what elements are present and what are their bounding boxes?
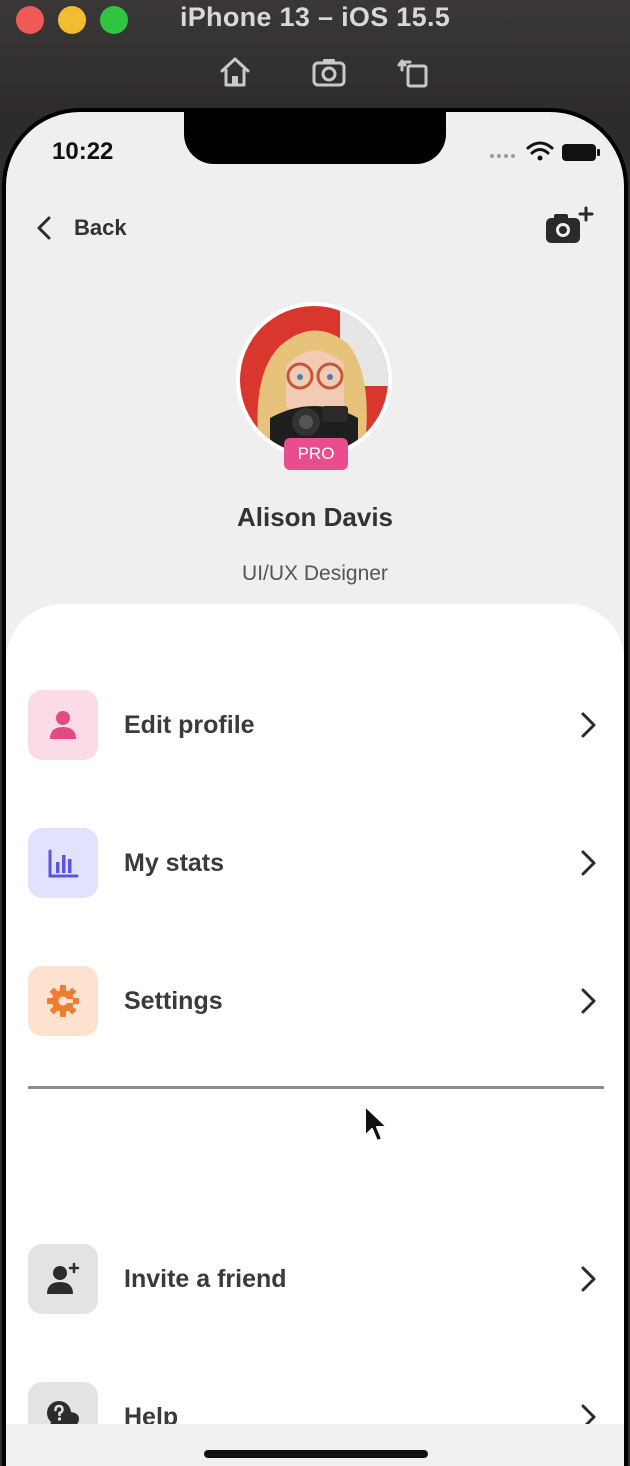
menu-item-label: Edit profile <box>124 710 255 739</box>
person-icon <box>50 711 76 739</box>
invite-icon-tile <box>28 1244 98 1314</box>
phone-frame: 10:22 Back PRO Alison Davis UI/UX Design… <box>2 108 628 1466</box>
settings-icon-tile <box>28 966 98 1036</box>
rotate-icon[interactable] <box>395 54 431 90</box>
phone-screen: 10:22 Back PRO Alison Davis UI/UX Design… <box>6 112 624 1466</box>
simulator-titlebar: iPhone 13 – iOS 15.5 <box>0 0 630 108</box>
my-stats-icon-tile <box>28 828 98 898</box>
avatar-frame[interactable] <box>236 302 392 458</box>
profile-role: UI/UX Designer <box>242 562 388 585</box>
chevron-left-icon <box>37 216 51 240</box>
wifi-icon <box>526 141 554 161</box>
chevron-right-icon <box>581 712 596 738</box>
menu-sheet: Edit profile My stats Settings Invite a … <box>6 604 624 1452</box>
back-label: Back <box>74 215 127 240</box>
mouse-cursor-icon <box>364 1105 388 1142</box>
status-time: 10:22 <box>52 138 114 165</box>
window-title: iPhone 13 – iOS 15.5 <box>179 2 451 32</box>
chevron-right-icon <box>581 1266 596 1292</box>
home-indicator[interactable] <box>204 1450 428 1458</box>
home-area <box>6 1424 624 1466</box>
screenshot-icon[interactable] <box>311 54 347 90</box>
menu-divider <box>28 1086 604 1089</box>
menu-item-label: My stats <box>124 848 225 877</box>
notch <box>184 112 446 164</box>
avatar <box>240 306 388 454</box>
status-icons <box>490 141 600 161</box>
add-user-icon <box>47 1262 80 1294</box>
menu-item-label: Invite a friend <box>124 1264 287 1293</box>
signal-dots-icon <box>490 154 515 158</box>
menu-item-settings[interactable]: Settings <box>28 964 602 1038</box>
menu-item-invite-friend[interactable]: Invite a friend <box>28 1242 602 1316</box>
bar-chart-icon <box>48 849 79 878</box>
battery-icon <box>562 144 600 161</box>
camera-add-icon[interactable] <box>544 206 594 246</box>
gear-icon <box>47 985 79 1017</box>
chevron-right-icon <box>581 850 596 876</box>
home-icon[interactable] <box>217 54 253 90</box>
menu-item-my-stats[interactable]: My stats <box>28 826 602 900</box>
back-button[interactable]: Back <box>36 210 127 246</box>
edit-profile-icon-tile <box>28 690 98 760</box>
menu-item-edit-profile[interactable]: Edit profile <box>28 688 602 762</box>
pro-badge: PRO <box>284 438 348 470</box>
chevron-right-icon <box>581 988 596 1014</box>
menu-item-label: Settings <box>124 986 223 1015</box>
profile-name: Alison Davis <box>236 502 394 532</box>
